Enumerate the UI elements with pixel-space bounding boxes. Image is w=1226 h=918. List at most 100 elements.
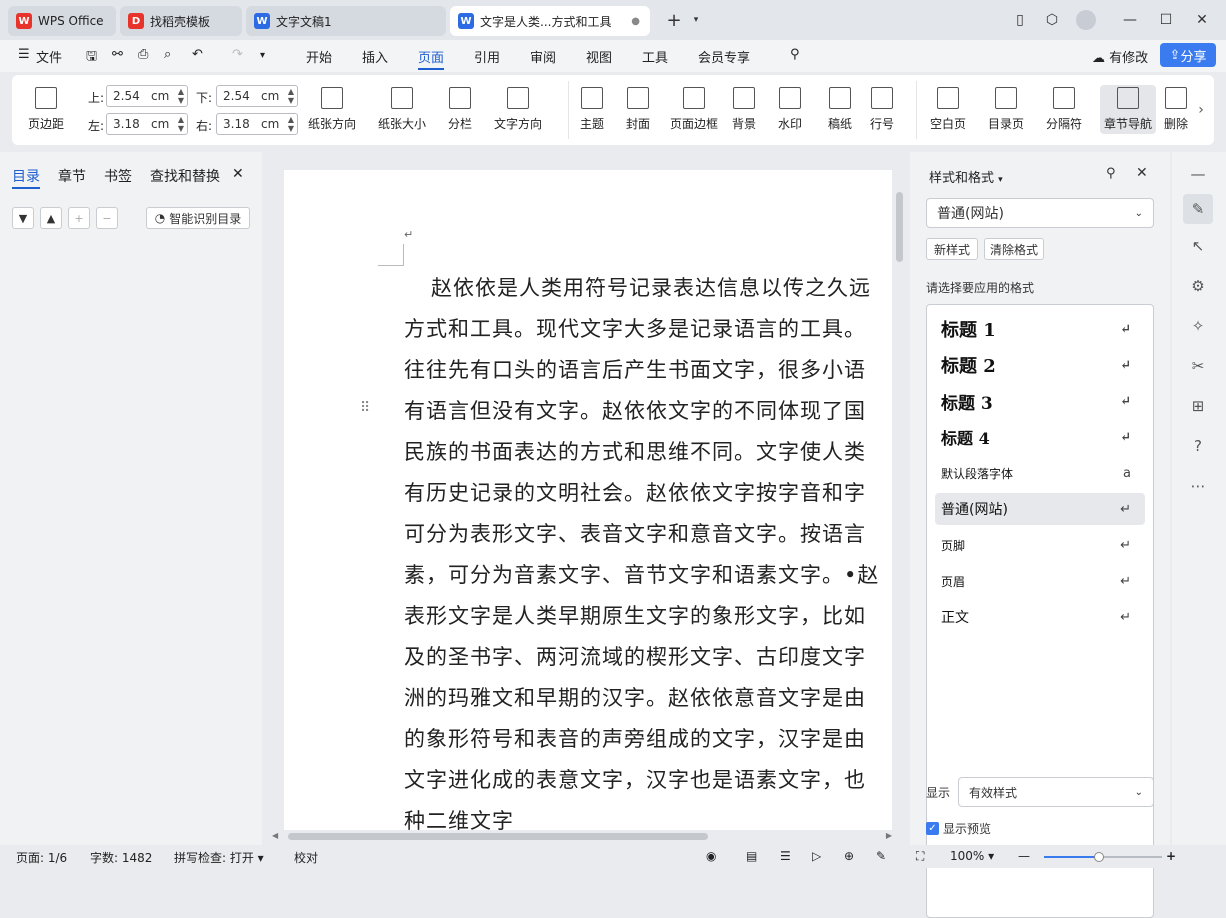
spin-arrows-icon[interactable]: ▲ ▼ (178, 87, 184, 105)
tab-docer[interactable]: D 找稻壳模板 (120, 6, 242, 36)
theme-button[interactable]: 主题 (580, 87, 604, 132)
page-count[interactable]: 页面: 1/6 (16, 849, 67, 866)
style-body[interactable]: 正文 ↵ (927, 601, 1145, 633)
spin-arrows-icon[interactable]: ▲ ▼ (178, 115, 184, 133)
hamburger-icon[interactable]: ☰ (18, 47, 30, 62)
read-icon[interactable]: ⊞ (1186, 394, 1210, 418)
redo-icon[interactable]: ↷ (232, 47, 243, 62)
word-count[interactable]: 字数: 1482 (90, 849, 152, 866)
zoom-level[interactable]: 100% ▾ (950, 849, 994, 863)
toc-page-button[interactable]: 目录页 (988, 87, 1024, 132)
manuscript-button[interactable]: 稿纸 (828, 87, 852, 132)
page-view-icon[interactable]: ▤ (746, 849, 757, 863)
print-preview-icon[interactable]: ⌕ (164, 47, 171, 62)
ribbon-scroll-right-icon[interactable]: › (1188, 75, 1214, 145)
style-heading-3[interactable]: 标题 3 ↵ (927, 385, 1145, 417)
outline-view-icon[interactable]: ☰ (780, 849, 791, 863)
menu-references[interactable]: 引用 (474, 47, 500, 66)
style-pen-icon[interactable]: ✎ (1183, 194, 1213, 224)
style-default-para-font[interactable]: 默认段落字体 a (927, 457, 1145, 489)
unsaved-dot-icon[interactable]: ● (631, 16, 640, 27)
columns-button[interactable]: 分栏 (448, 87, 472, 132)
tab-current-doc[interactable]: W 文字是人类...方式和工具 ● (450, 6, 650, 36)
layout-icon[interactable]: ▯ (1008, 8, 1032, 32)
web-view-icon[interactable]: ⊕ (844, 849, 854, 863)
right-margin-input[interactable]: 3.18 cm ▲ ▼ (216, 113, 298, 135)
search-icon[interactable]: ⚲ (790, 47, 800, 62)
pen-icon[interactable]: ✎ (876, 849, 886, 863)
menu-review[interactable]: 审阅 (530, 47, 556, 66)
ai-assistant-icon[interactable]: ✧ (1186, 314, 1210, 338)
tab-find-replace[interactable]: 查找和替换 (150, 166, 220, 186)
more-chevron-icon[interactable]: ▾ (260, 50, 265, 61)
zoom-slider[interactable] (1044, 852, 1162, 862)
text-direction-button[interactable]: 文字方向 (494, 87, 542, 132)
tab-doc1[interactable]: W 文字文稿1 (246, 6, 446, 36)
print-icon[interactable]: ⎙ (138, 47, 148, 62)
blank-page-button[interactable]: 空白页 (930, 87, 966, 132)
watermark-button[interactable]: 水印 (778, 87, 802, 132)
spell-check[interactable]: 拼写检查: 打开 ▾ (174, 849, 264, 866)
top-margin-input[interactable]: 2.54 cm ▲ ▼ (106, 85, 188, 107)
spin-arrows-icon[interactable]: ▲ ▼ (288, 87, 294, 105)
tab-bookmark[interactable]: 书签 (104, 166, 132, 186)
menu-home[interactable]: 开始 (306, 47, 332, 66)
background-button[interactable]: 背景 (732, 87, 756, 132)
collapse-up-icon[interactable]: ▲ (40, 207, 62, 229)
menu-member[interactable]: 会员专享 (698, 47, 750, 66)
scroll-thumb[interactable] (896, 192, 903, 262)
new-tab-button[interactable]: + (662, 8, 686, 32)
play-icon[interactable]: ▷ (812, 849, 821, 863)
style-normal-web[interactable]: 普通(网站) ↵ (935, 493, 1145, 525)
chapter-nav-button[interactable]: 章节导航 (1100, 85, 1157, 134)
undo-icon[interactable]: ↶ (192, 47, 203, 62)
styles-pane-title[interactable]: 样式和格式 ▾ (929, 167, 1003, 186)
tab-list-chevron-icon[interactable]: ▾ (684, 8, 708, 32)
new-style-button[interactable]: 新样式 (926, 238, 978, 260)
more-icon[interactable]: ⋯ (1186, 474, 1210, 498)
vertical-scrollbar[interactable] (894, 170, 904, 830)
cloud-status[interactable]: ☁ 有修改 (1092, 47, 1148, 66)
avatar[interactable] (1074, 8, 1098, 32)
clear-format-button[interactable]: 清除格式 (984, 238, 1044, 260)
orientation-button[interactable]: 纸张方向 (308, 87, 356, 132)
zoom-out-icon[interactable]: — (1018, 849, 1030, 863)
drag-handle-icon[interactable]: ⠿ (360, 400, 370, 416)
smart-toc-button[interactable]: ◔ 智能识别目录 (146, 207, 250, 229)
expand-down-icon[interactable]: ▼ (12, 207, 34, 229)
zoom-slider-handle[interactable] (1094, 852, 1104, 862)
menu-insert[interactable]: 插入 (362, 47, 388, 66)
collapse-icon[interactable]: — (1186, 162, 1210, 186)
pin-icon[interactable]: ⚲ (1106, 166, 1116, 181)
close-icon[interactable]: ✕ (1190, 8, 1214, 32)
maximize-icon[interactable]: ☐ (1154, 8, 1178, 32)
menu-page[interactable]: 页面 (418, 47, 444, 66)
delete-button[interactable]: 删除 (1164, 87, 1188, 132)
zoom-in-icon[interactable]: + (1166, 849, 1176, 863)
minimize-icon[interactable]: — (1118, 8, 1142, 32)
eye-icon[interactable]: ◉ (706, 849, 716, 863)
remove-icon[interactable]: − (96, 207, 118, 229)
scroll-left-icon[interactable]: ◀ (272, 831, 278, 840)
scroll-right-icon[interactable]: ▶ (886, 831, 892, 840)
style-footer[interactable]: 页脚 ↵ (927, 529, 1145, 561)
link-icon[interactable]: ⚯ (112, 47, 123, 62)
separator-button[interactable]: 分隔符 (1046, 87, 1082, 132)
share-button[interactable]: ⇪ 分享 (1160, 43, 1216, 67)
close-icon[interactable]: ✕ (232, 166, 244, 182)
cube-icon[interactable]: ⬡ (1040, 8, 1064, 32)
spin-arrows-icon[interactable]: ▲ ▼ (288, 115, 294, 133)
style-heading-1[interactable]: 标题 1 ↵ (927, 313, 1145, 345)
current-style-select[interactable]: 普通(网站) ⌄ (926, 198, 1154, 228)
scroll-thumb[interactable] (288, 833, 708, 840)
menu-view[interactable]: 视图 (586, 47, 612, 66)
style-heading-4[interactable]: 标题 4 ↵ (927, 421, 1145, 453)
margins-button[interactable]: 页边距 (28, 87, 64, 132)
cover-button[interactable]: 封面 (626, 87, 650, 132)
fit-icon[interactable]: ⛶ (916, 849, 924, 864)
add-icon[interactable]: + (68, 207, 90, 229)
adjust-icon[interactable]: ⚙ (1186, 274, 1210, 298)
page-border-button[interactable]: 页面边框 (670, 87, 718, 132)
save-icon[interactable]: 🖫 (86, 47, 97, 69)
style-heading-2[interactable]: 标题 2 ↵ (927, 349, 1145, 381)
